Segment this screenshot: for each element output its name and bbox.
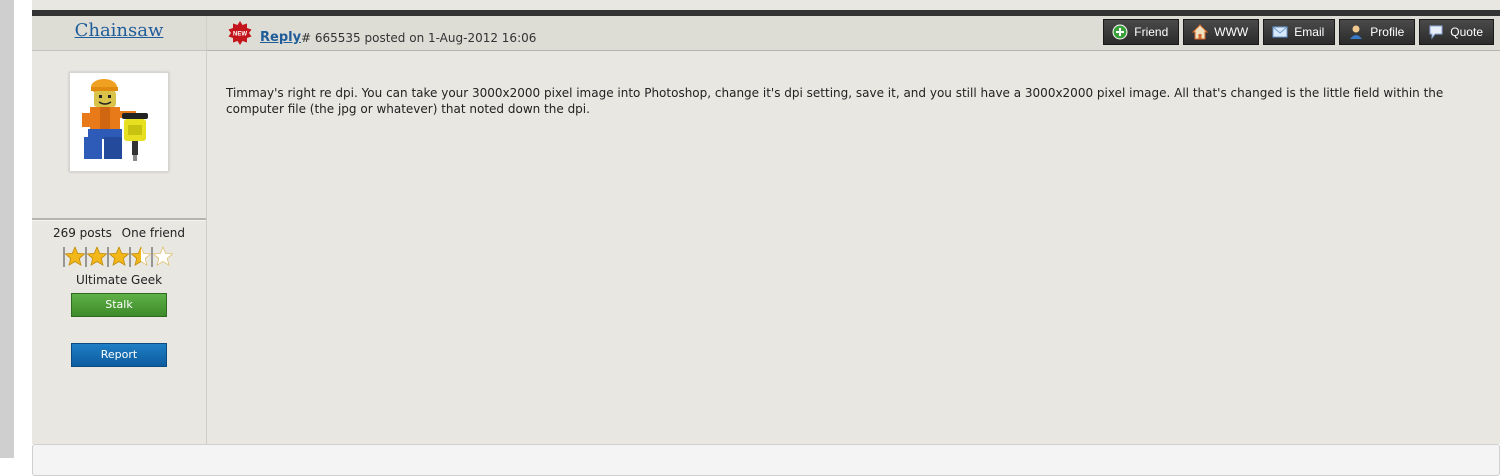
profile-button[interactable]: Profile [1339,19,1416,45]
quote-button-label: Quote [1450,25,1483,39]
next-post-container [32,444,1500,476]
new-badge-icon: NEW [228,21,252,45]
friend-button[interactable]: Friend [1103,19,1180,45]
user-rank: Ultimate Geek [75,273,163,287]
avatar[interactable] [69,72,169,172]
rating-stars [62,245,178,268]
rating-star-fill [109,247,129,266]
post-count[interactable]: 269 posts [53,226,112,240]
rating-star-fill [87,247,107,266]
forum-post: Chainsaw 269 posts One friend Ultimate G… [32,0,1500,444]
user-icon [1350,25,1363,39]
post-body: Timmay's right re dpi. You can take your… [226,86,1444,116]
svg-text:NEW: NEW [233,32,247,38]
stats-divider [32,218,206,221]
profile-button-label: Profile [1370,25,1405,39]
email-button-label: Email [1294,25,1325,39]
sidebar-header: Chainsaw [32,16,206,51]
reply-link[interactable]: Reply [260,30,301,45]
friend-button-label: Friend [1134,25,1169,39]
page-left-gutter [0,0,14,458]
lego-jackhammer-avatar [70,73,168,171]
www-button-label: WWW [1214,25,1249,39]
rating-star [152,245,174,266]
user-sidebar: Chainsaw 269 posts One friend Ultimate G… [32,16,207,444]
username-link[interactable]: Chainsaw [75,20,164,41]
speech-bubble-icon [1429,25,1443,40]
post-actions: Friend WWW Email Profile Quote [1103,19,1494,45]
email-button[interactable]: Email [1263,19,1336,45]
post-meta: # 665535 posted on 1-Aug-2012 16:06 [301,31,537,45]
envelope-icon [1272,26,1288,38]
post-header: NEW Reply # 665535 posted on 1-Aug-2012 … [207,16,1500,51]
report-button[interactable]: Report [71,343,167,367]
www-button[interactable]: WWW [1183,19,1260,45]
home-icon [1192,24,1209,40]
rating-star-fill [65,247,85,266]
user-stats: 269 posts One friend [32,226,206,240]
add-friend-icon [1112,24,1128,40]
stalk-button[interactable]: Stalk [71,293,167,317]
quote-button[interactable]: Quote [1419,19,1494,45]
friend-count[interactable]: One friend [122,226,185,240]
